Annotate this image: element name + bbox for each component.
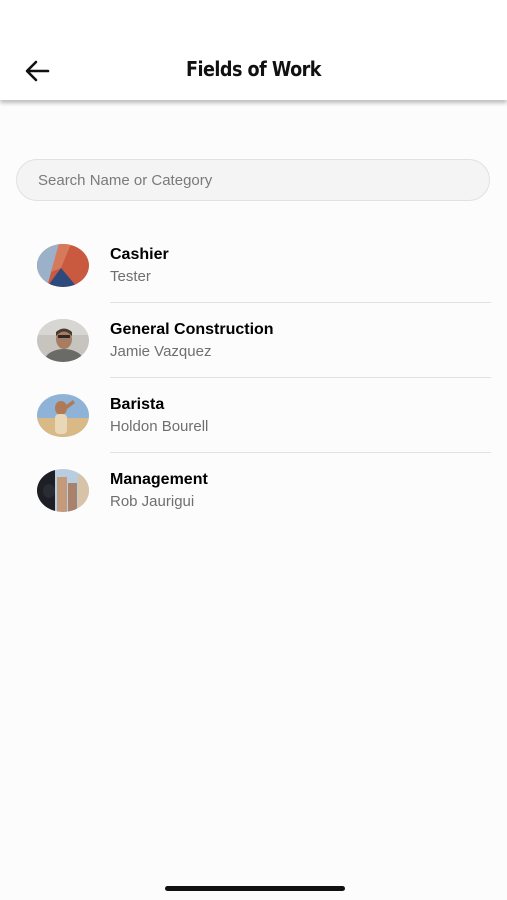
city-photo-avatar [37,469,89,512]
app-header: Fields of Work [0,0,507,100]
item-subtitle: Tester [110,268,151,285]
fields-list: Cashier Tester General Construction Jami… [0,228,507,528]
item-name: General Construction [110,321,274,338]
list-item[interactable]: Management Rob Jaurigui [0,453,507,528]
person-photo-avatar [37,394,89,437]
item-name: Management [110,471,208,488]
item-subtitle: Jamie Vazquez [110,343,212,360]
search-input[interactable] [16,159,490,201]
item-subtitle: Rob Jaurigui [110,493,195,510]
list-item[interactable]: General Construction Jamie Vazquez [0,303,507,378]
page-title: Fields of Work [186,57,322,81]
home-indicator [165,886,345,891]
list-item[interactable]: Cashier Tester [0,228,507,303]
item-name: Barista [110,396,165,413]
item-subtitle: Holdon Bourell [110,418,209,435]
abstract-graphic-avatar [37,244,89,287]
list-item[interactable]: Barista Holdon Bourell [0,378,507,453]
person-photo-avatar [37,319,89,362]
item-name: Cashier [110,246,169,263]
